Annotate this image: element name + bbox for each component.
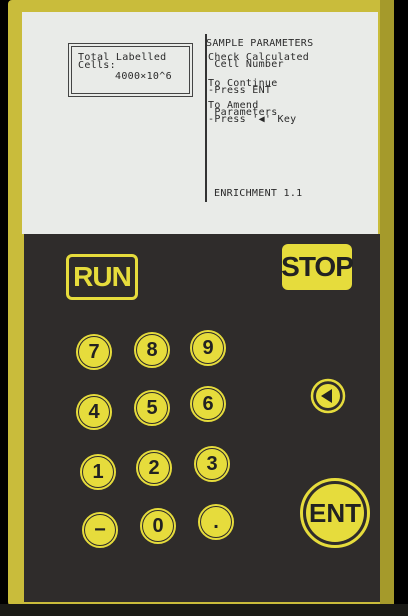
key-7[interactable]: 7 (76, 334, 112, 370)
ent-button[interactable]: ENT (300, 478, 370, 548)
left-arrow-icon (310, 378, 346, 414)
key-minus[interactable]: − (82, 512, 118, 548)
screen-line7: -Press '◀' Key (208, 114, 297, 125)
key-2[interactable]: 2 (136, 450, 172, 486)
cells-value: 4000×10^6 (115, 71, 172, 82)
key-0[interactable]: 0 (140, 508, 176, 544)
screen-line2: Cell Number (208, 59, 284, 70)
key-6[interactable]: 6 (190, 386, 226, 422)
key-8[interactable]: 8 (134, 332, 170, 368)
keypad-panel: RUN STOP 7 8 9 4 5 6 1 2 3 − 0 . ENT (24, 234, 380, 602)
key-1[interactable]: 1 (80, 454, 116, 490)
run-button[interactable]: RUN (66, 254, 138, 300)
screen-line4: -Press ENT (208, 85, 272, 96)
screen-divider (205, 34, 207, 202)
key-3[interactable]: 3 (194, 446, 230, 482)
key-4[interactable]: 4 (76, 394, 112, 430)
lcd-screen: Total Labelled Cells: 4000×10^6 SAMPLE P… (22, 12, 378, 234)
key-9[interactable]: 9 (190, 330, 226, 366)
mode-label: ENRICHMENT 1.1 (214, 188, 303, 199)
stop-button[interactable]: STOP (281, 244, 354, 290)
key-decimal[interactable]: . (198, 504, 234, 540)
device-edge (380, 0, 394, 606)
screen-title: SAMPLE PARAMETERS (206, 38, 314, 49)
cells-label-line2: Cells: (78, 60, 116, 71)
key-5[interactable]: 5 (134, 390, 170, 426)
bottom-edge (0, 604, 408, 616)
back-arrow-button[interactable] (310, 378, 346, 414)
